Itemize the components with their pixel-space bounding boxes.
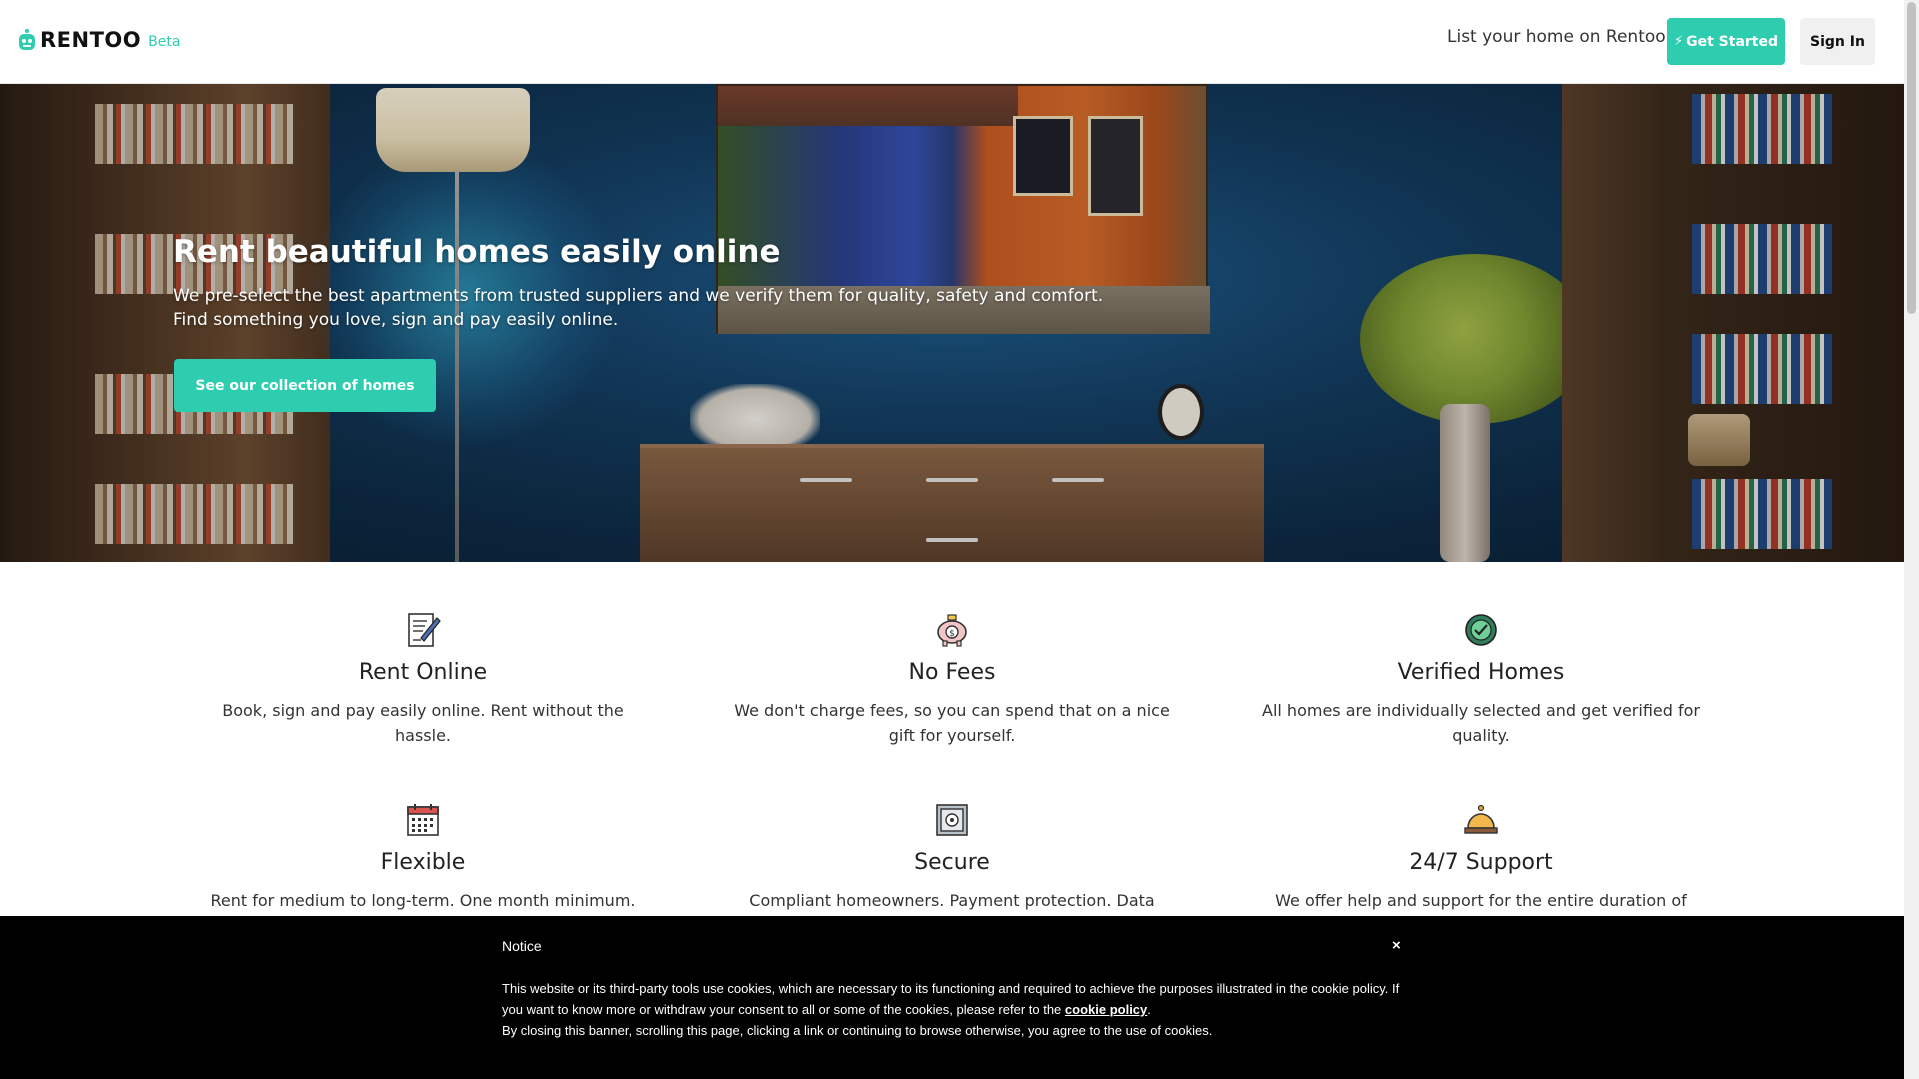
beta-badge: Beta bbox=[148, 33, 181, 50]
service-bell-icon bbox=[1464, 804, 1498, 834]
safe-icon bbox=[936, 804, 968, 836]
cookie-text-line3: By closing this banner, scrolling this p… bbox=[502, 1023, 1213, 1038]
cookie-policy-link[interactable]: cookie policy bbox=[1065, 1002, 1147, 1017]
cookie-notice-title: Notice bbox=[502, 938, 542, 954]
hero-title: Rent beautiful homes easily online bbox=[173, 234, 781, 270]
calendar-icon bbox=[407, 804, 439, 836]
feature-no-fees: $ No Fees We don't charge fees, so you c… bbox=[717, 612, 1187, 748]
get-started-button[interactable]: ⚡ Get Started bbox=[1667, 18, 1785, 65]
logo-text: RENTOO bbox=[40, 28, 142, 52]
contract-pen-icon bbox=[408, 613, 441, 647]
feature-title: Secure bbox=[914, 850, 990, 875]
feature-title: Rent Online bbox=[358, 660, 488, 685]
lightning-bolt-icon: ⚡ bbox=[1673, 34, 1684, 49]
svg-text:$: $ bbox=[949, 629, 955, 639]
sign-in-button[interactable]: Sign In bbox=[1800, 18, 1875, 65]
feature-title: Flexible bbox=[380, 850, 466, 875]
hero-subtitle-line1: We pre-select the best apartments from t… bbox=[173, 286, 1104, 306]
cookie-notice-banner: Notice × This website or its third-party… bbox=[0, 916, 1904, 1079]
get-started-label: Get Started bbox=[1686, 33, 1779, 50]
feature-description: Compliant homeowners. Payment protection… bbox=[749, 891, 1155, 910]
feature-title: No Fees bbox=[908, 660, 996, 685]
verified-check-icon bbox=[1465, 614, 1497, 646]
cookie-text-part1: This website or its third-party tools us… bbox=[502, 981, 1400, 1017]
cookie-notice-text: This website or its third-party tools us… bbox=[502, 978, 1402, 1041]
feature-verified-homes: Verified Homes All homes are individuall… bbox=[1246, 612, 1716, 748]
feature-description: We don't charge fees, so you can spend t… bbox=[734, 701, 1170, 745]
feature-secure: Secure Compliant homeowners. Payment pro… bbox=[717, 802, 1187, 913]
scrollbar-thumb[interactable] bbox=[1907, 2, 1916, 314]
feature-flexible: Flexible Rent for medium to long-term. O… bbox=[188, 802, 658, 913]
cookie-close-button[interactable]: × bbox=[1392, 937, 1401, 954]
piggy-bank-icon: $ bbox=[937, 614, 967, 647]
cookie-text-part2: . bbox=[1147, 1002, 1151, 1017]
page-scrollbar[interactable] bbox=[1904, 0, 1919, 1079]
feature-description: Rent for medium to long-term. One month … bbox=[210, 891, 636, 910]
feature-title: Verified Homes bbox=[1397, 660, 1565, 685]
feature-title: 24/7 Support bbox=[1409, 850, 1553, 875]
feature-rent-online: Rent Online Book, sign and pay easily on… bbox=[188, 612, 658, 748]
hero-subtitle-line2: Find something you love, sign and pay ea… bbox=[173, 310, 619, 330]
rentoo-logo[interactable]: RENTOO Beta bbox=[17, 28, 180, 52]
rentoo-robot-icon bbox=[19, 29, 35, 50]
top-navbar: RENTOO Beta List your home on Rentoo ⚡ G… bbox=[0, 0, 1904, 84]
see-collection-button[interactable]: See our collection of homes bbox=[174, 359, 436, 412]
feature-description: Book, sign and pay easily online. Rent w… bbox=[222, 701, 624, 745]
list-your-home-link[interactable]: List your home on Rentoo bbox=[1447, 27, 1666, 47]
feature-description: All homes are individually selected and … bbox=[1262, 701, 1700, 745]
